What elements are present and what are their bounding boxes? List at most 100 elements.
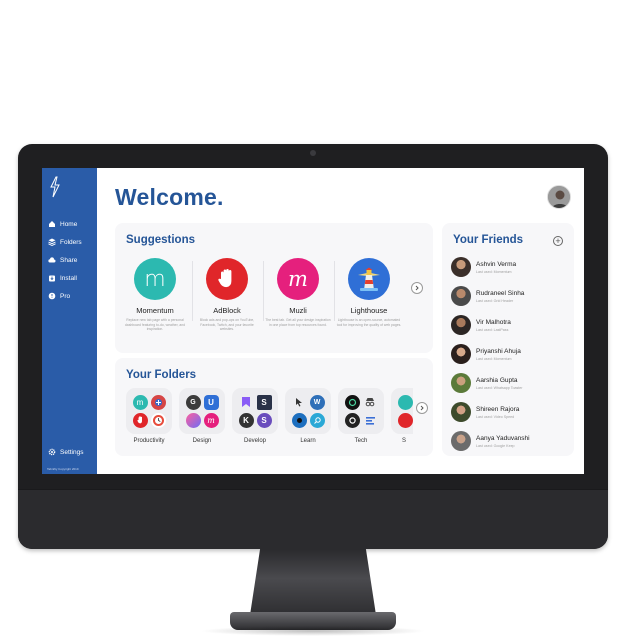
- friend-name: Vir Malhotra: [476, 318, 511, 326]
- friend-name: Rudraneel Sinha: [476, 289, 525, 297]
- list-icon: [363, 413, 378, 428]
- suggestion-name: Momentum: [136, 306, 174, 315]
- bookmark-icon: [239, 395, 254, 410]
- friend-item[interactable]: Rudraneel Sinha Last used: Grid Header: [451, 285, 569, 307]
- user-avatar[interactable]: [547, 185, 571, 209]
- friend-last-used: Last used: Google Keep: [476, 443, 515, 448]
- webcam: [310, 150, 316, 156]
- folder-name: Productivity: [133, 438, 165, 444]
- main-content: Welcome. Suggestions m Momentum Replace …: [97, 168, 584, 474]
- folder-name: Learn: [300, 438, 316, 444]
- sidebar-item-home[interactable]: Home: [48, 215, 96, 233]
- app-icon: S: [256, 412, 272, 428]
- folder-tech[interactable]: Tech: [338, 388, 384, 444]
- app-icon: [397, 412, 413, 428]
- suggestions-next-button[interactable]: [411, 282, 423, 294]
- app-icon: [150, 394, 166, 410]
- muzli-icon: m: [203, 412, 219, 428]
- suggestion-name: AdBlock: [213, 306, 241, 315]
- add-friend-button[interactable]: +: [553, 236, 563, 246]
- friend-item[interactable]: Aarshia Gupta Last used: Whatsapp Toaste…: [451, 372, 569, 394]
- friend-name: Shireen Rajora: [476, 405, 520, 413]
- app-icon: [397, 394, 413, 410]
- sidebar-item-settings[interactable]: Settings: [48, 448, 84, 456]
- app-icon: K: [238, 412, 254, 428]
- suggestion-item-momentum[interactable]: m Momentum Replace new tab page with a p…: [120, 258, 190, 332]
- app-icon: G: [185, 394, 201, 410]
- gear-icon: [48, 448, 56, 456]
- chevron-right-icon: [415, 285, 419, 291]
- suggestion-item-adblock[interactable]: AdBlock Block ads and pop-ups on YouTube…: [192, 258, 262, 332]
- folder-icon-grid: W: [285, 388, 331, 434]
- adblock-icon: [132, 412, 148, 428]
- app-icon: W: [309, 394, 325, 410]
- suggestions-title: Suggestions: [126, 234, 196, 246]
- sidebar-nav: Home Folders Share Install Pro: [48, 215, 96, 305]
- folder-icon-grid: m: [126, 388, 172, 434]
- app-icon: [344, 394, 360, 410]
- friend-avatar: [451, 286, 471, 306]
- muzli-icon: m: [277, 258, 319, 300]
- folders-next-button[interactable]: [416, 402, 428, 414]
- folder-productivity[interactable]: m Productivity: [126, 388, 172, 444]
- friend-avatar: [451, 344, 471, 364]
- folder-name: Design: [192, 438, 212, 444]
- friend-name: Priyanshi Ahuja: [476, 347, 521, 355]
- plus-icon: +: [555, 235, 561, 246]
- app-icon: [291, 412, 307, 428]
- friend-name: Ashvin Verma: [476, 260, 517, 268]
- friend-item[interactable]: Aanya Yaduvanshi Last used: Google Keep: [451, 430, 569, 452]
- folder-name: S: [402, 438, 407, 444]
- monitor-stand-neck: [250, 549, 376, 615]
- adblock-hand-icon: [206, 258, 248, 300]
- sidebar-item-label: Install: [60, 274, 77, 282]
- folder-name: Develop: [243, 438, 266, 444]
- friend-last-used: Last used: Momentum: [476, 269, 512, 274]
- suggestion-description: Replace new tab page with a personal das…: [124, 318, 186, 332]
- folders-card: Your Folders m Productivity G U m Design…: [115, 358, 433, 456]
- folder-partial-clip: S: [391, 388, 413, 448]
- friend-avatar: [451, 373, 471, 393]
- friend-last-used: Last used: LastPass: [476, 327, 509, 332]
- friend-name: Aarshia Gupta: [476, 376, 518, 384]
- shield-icon: U: [203, 394, 219, 410]
- friend-avatar: [451, 315, 471, 335]
- folder-develop[interactable]: S K S Develop: [232, 388, 278, 444]
- pro-icon: [48, 292, 56, 300]
- folder-learn[interactable]: W Learn: [285, 388, 331, 444]
- folder-icon-grid: [338, 388, 384, 434]
- home-icon: [48, 220, 56, 228]
- sidebar-item-folders[interactable]: Folders: [48, 233, 96, 251]
- sidebar-item-label: Share: [60, 256, 78, 264]
- friend-name: Aanya Yaduvanshi: [476, 434, 530, 442]
- suggestion-item-muzli[interactable]: m Muzli The best tab. Get all your desig…: [263, 258, 333, 327]
- friend-item[interactable]: Vir Malhotra Last used: LastPass: [451, 314, 569, 336]
- folder-name: Tech: [354, 438, 368, 444]
- page-title: Welcome.: [115, 184, 224, 210]
- friend-last-used: Last used: Momentum: [476, 356, 512, 361]
- stand-shadow: [200, 626, 426, 636]
- sidebar-item-install[interactable]: Install: [48, 269, 96, 287]
- friend-item[interactable]: Priyanshi Ahuja Last used: Momentum: [451, 343, 569, 365]
- sidebar-item-label: Folders: [60, 238, 82, 246]
- sidebar-item-label: Home: [60, 220, 78, 228]
- folder-s[interactable]: S: [391, 388, 413, 444]
- install-icon: [48, 274, 56, 282]
- app-logo-icon[interactable]: [48, 176, 62, 198]
- friend-last-used: Last used: Video Speed: [476, 414, 515, 419]
- folder-icon-grid: G U m: [179, 388, 225, 434]
- folder-design[interactable]: G U m Design: [179, 388, 225, 444]
- sidebar-item-share[interactable]: Share: [48, 251, 96, 269]
- timer-icon: [150, 412, 166, 428]
- friend-item[interactable]: Shireen Rajora Last used: Video Speed: [451, 401, 569, 423]
- search-icon: [309, 412, 325, 428]
- folders-title: Your Folders: [126, 369, 197, 381]
- layers-icon: [48, 238, 56, 246]
- friend-item[interactable]: Ashvin Verma Last used: Momentum: [451, 256, 569, 278]
- copyright-text: Tabnifty Copyright 2019: [47, 467, 79, 471]
- sidebar-item-pro[interactable]: Pro: [48, 287, 96, 305]
- suggestion-item-lighthouse[interactable]: Lighthouse Lighthouse is an open-source,…: [334, 258, 404, 327]
- monitor-chin: [18, 489, 608, 549]
- cloud-icon: [48, 256, 56, 264]
- sidebar: Home Folders Share Install Pro Settings …: [42, 168, 97, 474]
